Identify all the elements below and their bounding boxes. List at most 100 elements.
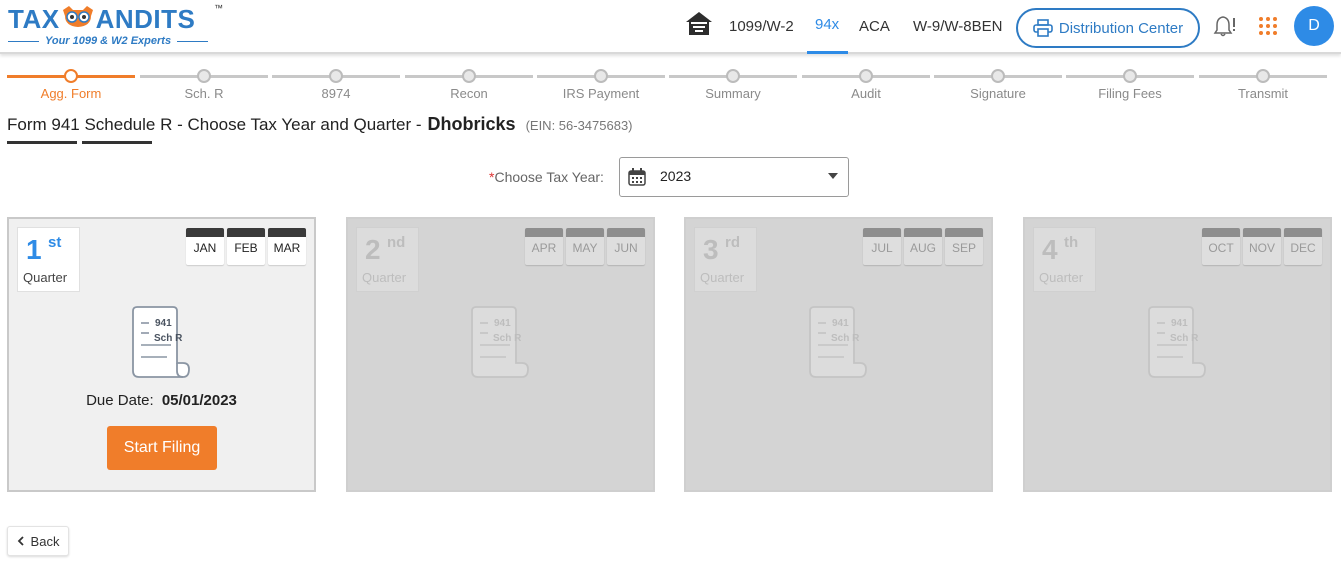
step-recon[interactable]: Recon: [405, 68, 533, 104]
month-calendar-icon: JUL: [863, 228, 901, 265]
month-calendar-icon: MAY: [566, 228, 604, 265]
distribution-center-button[interactable]: Distribution Center: [1016, 8, 1200, 48]
doc-label-941: 941: [494, 318, 511, 329]
month-calendar-icon: SEP: [945, 228, 983, 265]
home-icon[interactable]: [685, 11, 713, 37]
tagline-text: Your 1099 & W2 Experts: [44, 35, 172, 47]
quarter-months: APR MAY JUN: [525, 228, 645, 265]
notification-bell-icon[interactable]: [1213, 14, 1237, 38]
step-transmit[interactable]: Transmit: [1199, 68, 1327, 104]
step-filing-fees[interactable]: Filing Fees: [1066, 68, 1194, 104]
month-calendar-icon: MAR: [268, 228, 306, 265]
logo-wordmark: TAX ANDITS: [8, 4, 195, 35]
quarter-badge: 4 th Quarter: [1033, 227, 1096, 292]
quarter-card-4: 4 th Quarter OCT NOV DEC 941 Sch R: [1023, 217, 1332, 492]
due-date: Due Date: 05/01/2023: [9, 392, 314, 409]
filing-stepper: Agg. Form Sch. R 8974 Recon IRS Payment …: [7, 68, 1333, 108]
step-agg-form[interactable]: Agg. Form: [7, 68, 135, 104]
quarter-badge: 3 rd Quarter: [694, 227, 757, 292]
document-scroll-icon: 941 Sch R: [471, 306, 529, 378]
nav-w9-w8ben[interactable]: W-9/W-8BEN: [913, 18, 1002, 35]
month-calendar-icon: APR: [525, 228, 563, 265]
step-dot: [462, 69, 476, 83]
calendar-icon: [628, 168, 646, 186]
taxbandits-logo[interactable]: TAX ANDITS ™ Your 1099 & W2 Experts: [8, 3, 223, 50]
logo-text-left: TAX: [8, 4, 60, 34]
quarter-months: JAN FEB MAR: [186, 228, 306, 265]
quarter-number: 3: [703, 234, 719, 265]
title-underline-right: [82, 141, 152, 144]
quarter-suffix: nd: [387, 234, 406, 251]
month-label: MAY: [572, 241, 598, 255]
quarter-card-1[interactable]: 1 st Quarter JAN FEB MAR 941 Sch R Due D…: [7, 217, 316, 492]
doc-label-schr: Sch R: [493, 333, 522, 344]
ein-text: (EIN: 56-3475683): [525, 118, 633, 133]
quarter-card-3: 3 rd Quarter JUL AUG SEP 941 Sch R: [684, 217, 993, 492]
step-label: Filing Fees: [1098, 86, 1162, 101]
step-signature[interactable]: Signature: [934, 68, 1062, 104]
month-label: JUL: [871, 241, 893, 255]
back-label: Back: [30, 533, 60, 549]
doc-label-schr: Sch R: [154, 333, 183, 344]
doc-label-941: 941: [832, 318, 849, 329]
tax-year-select[interactable]: 2023: [619, 157, 849, 197]
step-summary[interactable]: Summary: [669, 68, 797, 104]
nav-active-indicator: [807, 51, 848, 54]
title-underline-left: [7, 141, 77, 144]
page-title-text: Form 941 Schedule R - Choose Tax Year an…: [7, 115, 422, 134]
step-dot: [329, 69, 343, 83]
doc-label-schr: Sch R: [1170, 333, 1199, 344]
start-filing-button[interactable]: Start Filing: [107, 426, 217, 470]
document-scroll-icon: 941 Sch R: [1148, 306, 1206, 378]
step-8974[interactable]: 8974: [272, 68, 400, 104]
quarter-label: Quarter: [362, 270, 407, 285]
document-scroll-icon: 941 Sch R: [809, 306, 867, 378]
quarter-label: Quarter: [700, 270, 745, 285]
month-label: DEC: [1290, 241, 1316, 255]
step-label: Signature: [970, 86, 1026, 101]
nav-1099-w2[interactable]: 1099/W-2: [729, 18, 794, 35]
step-irs-payment[interactable]: IRS Payment: [537, 68, 665, 104]
owl-icon: [61, 4, 95, 27]
quarter-number: 1: [26, 234, 42, 265]
quarter-badge: 2 nd Quarter: [356, 227, 419, 292]
step-dot: [859, 69, 873, 83]
quarter-card-2: 2 nd Quarter APR MAY JUN 941 Sch R: [346, 217, 655, 492]
step-audit[interactable]: Audit: [802, 68, 930, 104]
tax-year-value: 2023: [660, 168, 692, 184]
month-label: FEB: [234, 241, 258, 255]
logo-tagline: Your 1099 & W2 Experts: [8, 35, 209, 47]
month-label: OCT: [1208, 241, 1234, 255]
logo-text-right: ANDITS: [95, 4, 196, 34]
step-sch-r[interactable]: Sch. R: [140, 68, 268, 104]
page-title: Form 941 Schedule R - Choose Tax Year an…: [7, 114, 633, 135]
quarter-suffix: rd: [725, 234, 740, 251]
step-dot: [1123, 69, 1137, 83]
distribution-center-label: Distribution Center: [1058, 19, 1184, 37]
month-calendar-icon: NOV: [1243, 228, 1281, 265]
step-label: IRS Payment: [562, 86, 640, 101]
month-calendar-icon: OCT: [1202, 228, 1240, 265]
printer-icon: [1033, 19, 1053, 37]
step-dot: [197, 69, 211, 83]
back-button[interactable]: Back: [7, 526, 69, 556]
month-label: NOV: [1248, 241, 1275, 255]
trademark-symbol: ™: [214, 3, 223, 13]
month-calendar-icon: DEC: [1284, 228, 1322, 265]
step-label: Agg. Form: [40, 86, 102, 101]
step-dot: [594, 69, 608, 83]
user-avatar[interactable]: D: [1294, 6, 1334, 46]
doc-label-941: 941: [1171, 318, 1188, 329]
quarter-number: 4: [1042, 234, 1058, 265]
quarter-number: 2: [365, 234, 381, 265]
chevron-left-icon: [17, 536, 24, 546]
month-label: SEP: [951, 241, 976, 255]
nav-aca[interactable]: ACA: [859, 18, 890, 35]
apps-grid-icon[interactable]: [1259, 17, 1277, 35]
month-label: JUN: [614, 241, 638, 255]
quarter-label: Quarter: [23, 270, 68, 285]
top-header: TAX ANDITS ™ Your 1099 & W2 Experts 1099/…: [0, 0, 1341, 54]
tax-year-label-text: Choose Tax Year:: [494, 169, 604, 185]
company-name: Dhobricks: [427, 114, 516, 134]
nav-94x[interactable]: 94x: [815, 16, 839, 33]
